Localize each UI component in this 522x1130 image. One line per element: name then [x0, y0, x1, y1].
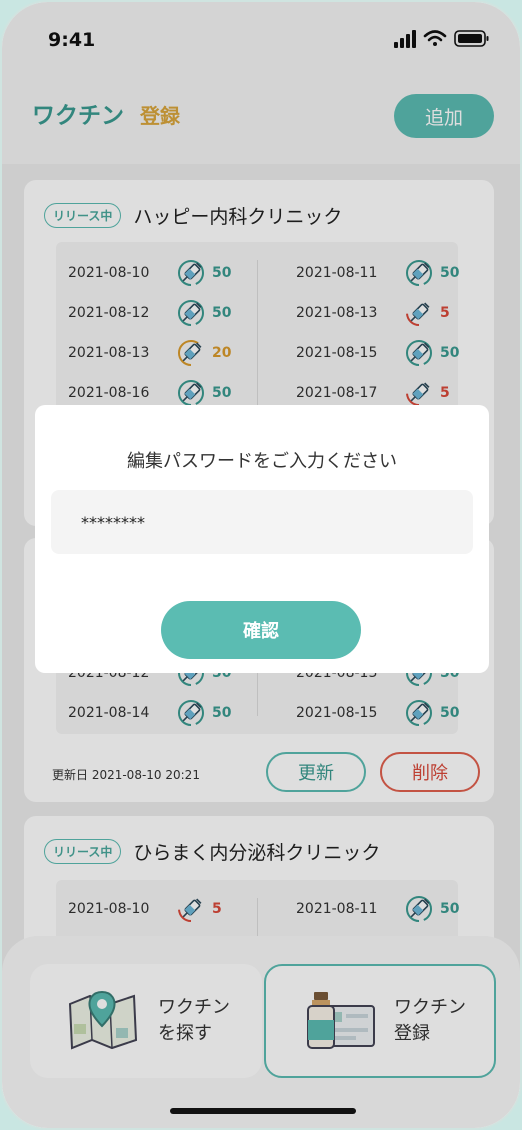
password-dialog: 編集パスワードをご入力ください 確認	[35, 405, 489, 673]
phone-screen: 9:41 ワクチン 登録 追加 リリース中 ハッピー内科クリニック 2021-0…	[0, 0, 522, 1130]
password-input[interactable]	[51, 490, 473, 554]
home-indicator[interactable]	[170, 1108, 356, 1114]
dialog-title: 編集パスワードをご入力ください	[127, 451, 397, 472]
confirm-button[interactable]: 確認	[161, 601, 361, 659]
